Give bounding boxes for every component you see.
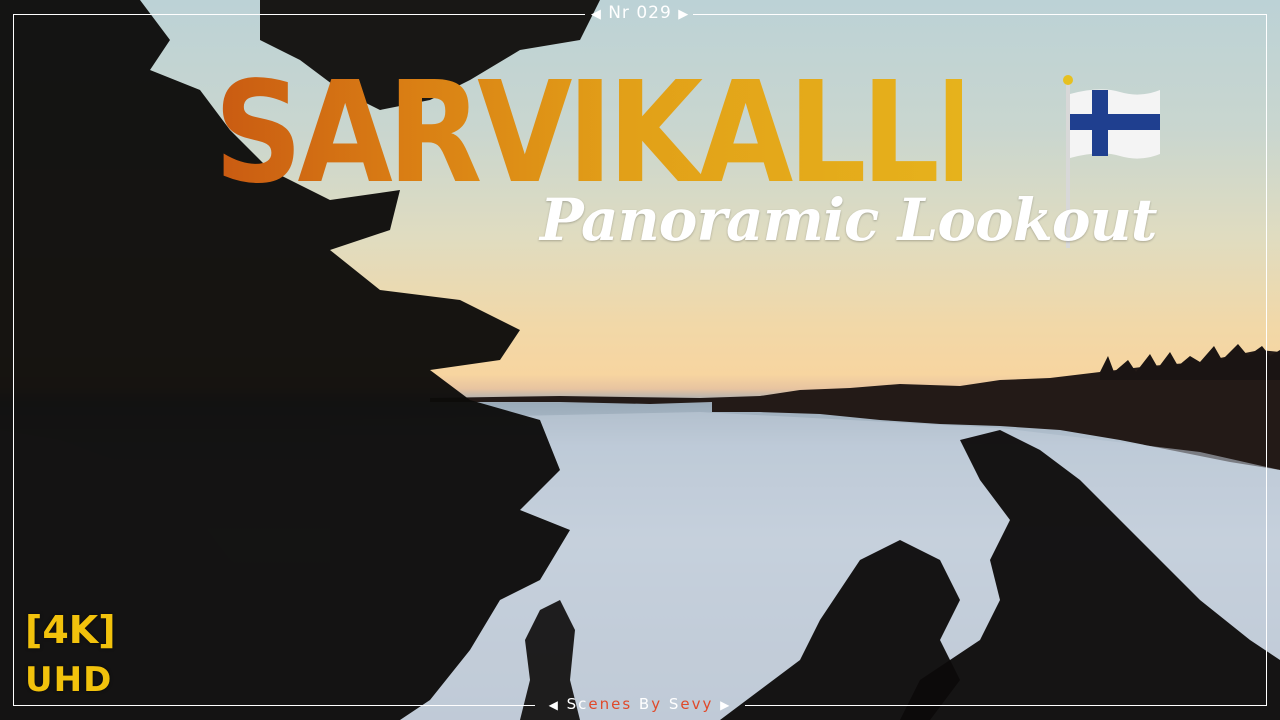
triangle-right-icon: ▶ [678, 7, 690, 22]
quality-badge: [4K] [25, 608, 116, 652]
thumbnail-stage: ◀ Nr 029 ▶ SARVIKALLIO Panoramic Lookout… [0, 0, 1280, 720]
triangle-right-icon: ▶ [720, 698, 732, 712]
credit-part: y [651, 695, 669, 713]
frame-right [1266, 14, 1267, 706]
location-title: SARVIKALLIO [214, 52, 1080, 215]
episode-label: ◀ Nr 029 ▶ [0, 3, 1280, 25]
credit-part: enes [588, 695, 639, 713]
triangle-left-icon: ◀ [548, 698, 560, 712]
credit-part: S [668, 695, 681, 713]
frame-left [13, 14, 14, 706]
shoreline-trees [1100, 344, 1280, 380]
location-subtitle: Panoramic Lookout [540, 186, 1158, 254]
triangle-left-icon: ◀ [590, 7, 602, 22]
channel-credit: ◀ Scenes By Sevy ▶ [0, 694, 1280, 715]
credit-text: Scenes By Sevy [567, 695, 714, 713]
credit-part: Sc [566, 695, 589, 713]
episode-number: Nr 029 [608, 3, 672, 23]
credit-part: evy [680, 695, 714, 713]
credit-part: B [638, 695, 652, 713]
